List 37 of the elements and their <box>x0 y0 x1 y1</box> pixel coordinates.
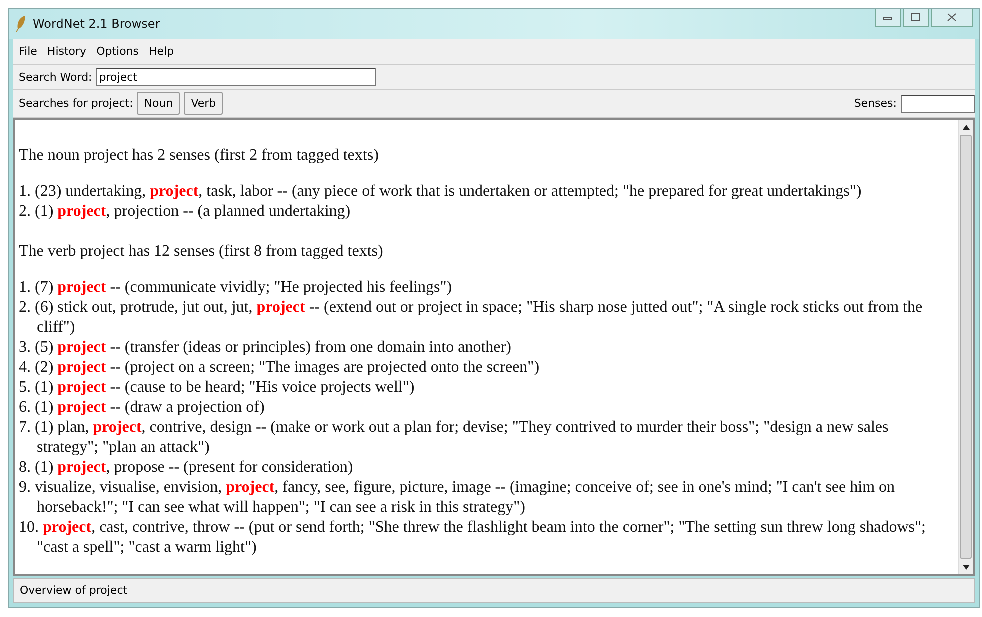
maximize-icon <box>911 13 921 22</box>
sense-entry: 9. visualize, visualise, envision, project, fancy, see, figure, picture, image -- (imagine; conceive of; see in one's mind; "I can't see him on horseback!"; "I can see what will happen"; "I can see a risk in this strategy") <box>19 478 896 518</box>
search-type-button[interactable]: Verb <box>184 92 224 115</box>
senses-label: Senses: <box>854 97 897 110</box>
sense-entry: 8. (1) project, propose -- (present for consideration) <box>19 458 354 478</box>
sense-entry: 2. (6) stick out, protrude, jut out, jut, project -- (extend out or project in space; "His sharp nose jutted out"; "A single rock sticks out from the cliff") <box>19 298 924 338</box>
sense-entry: 1. (7) project -- (communicate vividly; "He projected his feelings") <box>19 278 454 298</box>
sense-entry: 10. project, cast, contrive, throw -- (put or send forth; "She threw the flashlight beam into the corner"; "The setting sun threw long shadows"; "cast a spell"; "cast a warm light") <box>19 518 927 558</box>
sense-entry: 5. (1) project -- (cause to be heard; "His voice projects well") <box>19 378 416 398</box>
status-bar: Overview of project <box>13 578 975 603</box>
menu-item[interactable]: History <box>47 45 87 58</box>
menu-item[interactable]: Options <box>96 45 140 58</box>
window-title: WordNet 2.1 Browser <box>33 17 160 31</box>
menu-item[interactable]: Help <box>149 45 174 58</box>
result-heading: The verb project has 12 senses (first 8 from tagged texts) <box>19 242 384 262</box>
minimize-icon <box>883 14 893 20</box>
search-type-button[interactable]: Noun <box>137 92 180 115</box>
sense-entry: 3. (5) project -- (transfer (ideas or principles) from one domain into another) <box>19 338 512 358</box>
close-button[interactable] <box>931 9 973 27</box>
sense-entry: 2. (1) project, projection -- (a planned undertaking) <box>19 202 352 222</box>
scroll-up-icon[interactable] <box>962 124 970 130</box>
search-label: Search Word: <box>19 70 92 84</box>
menu-item[interactable]: File <box>19 45 38 58</box>
feather-icon <box>15 15 27 33</box>
senses-field[interactable] <box>901 94 975 112</box>
close-icon <box>947 13 957 22</box>
sense-entry: 6. (1) project -- (draw a projection of) <box>19 398 266 418</box>
sense-entry: 4. (2) project -- (project on a screen; "The images are projected onto the screen") <box>19 358 541 378</box>
search-field[interactable]: project <box>96 68 376 86</box>
sense-entry: 1. (23) undertaking, project, task, labor -- (any piece of work that is undertaken or attempted; "he prepared for great undertakings") <box>19 182 863 202</box>
searches-label: Searches for project: <box>19 97 134 110</box>
scrollbar[interactable] <box>958 120 973 574</box>
minimize-button[interactable] <box>875 9 901 27</box>
sense-entry: 7. (1) plan, project, contrive, design -- (make or work out a plan for; devise; "They contrived to murder their boss"; "design a new sales strategy"; "plan an attack") <box>19 418 890 458</box>
result-heading: The noun project has 2 senses (first 2 from tagged texts) <box>19 146 380 166</box>
scroll-down-icon[interactable] <box>962 564 970 570</box>
maximize-button[interactable] <box>903 9 929 27</box>
